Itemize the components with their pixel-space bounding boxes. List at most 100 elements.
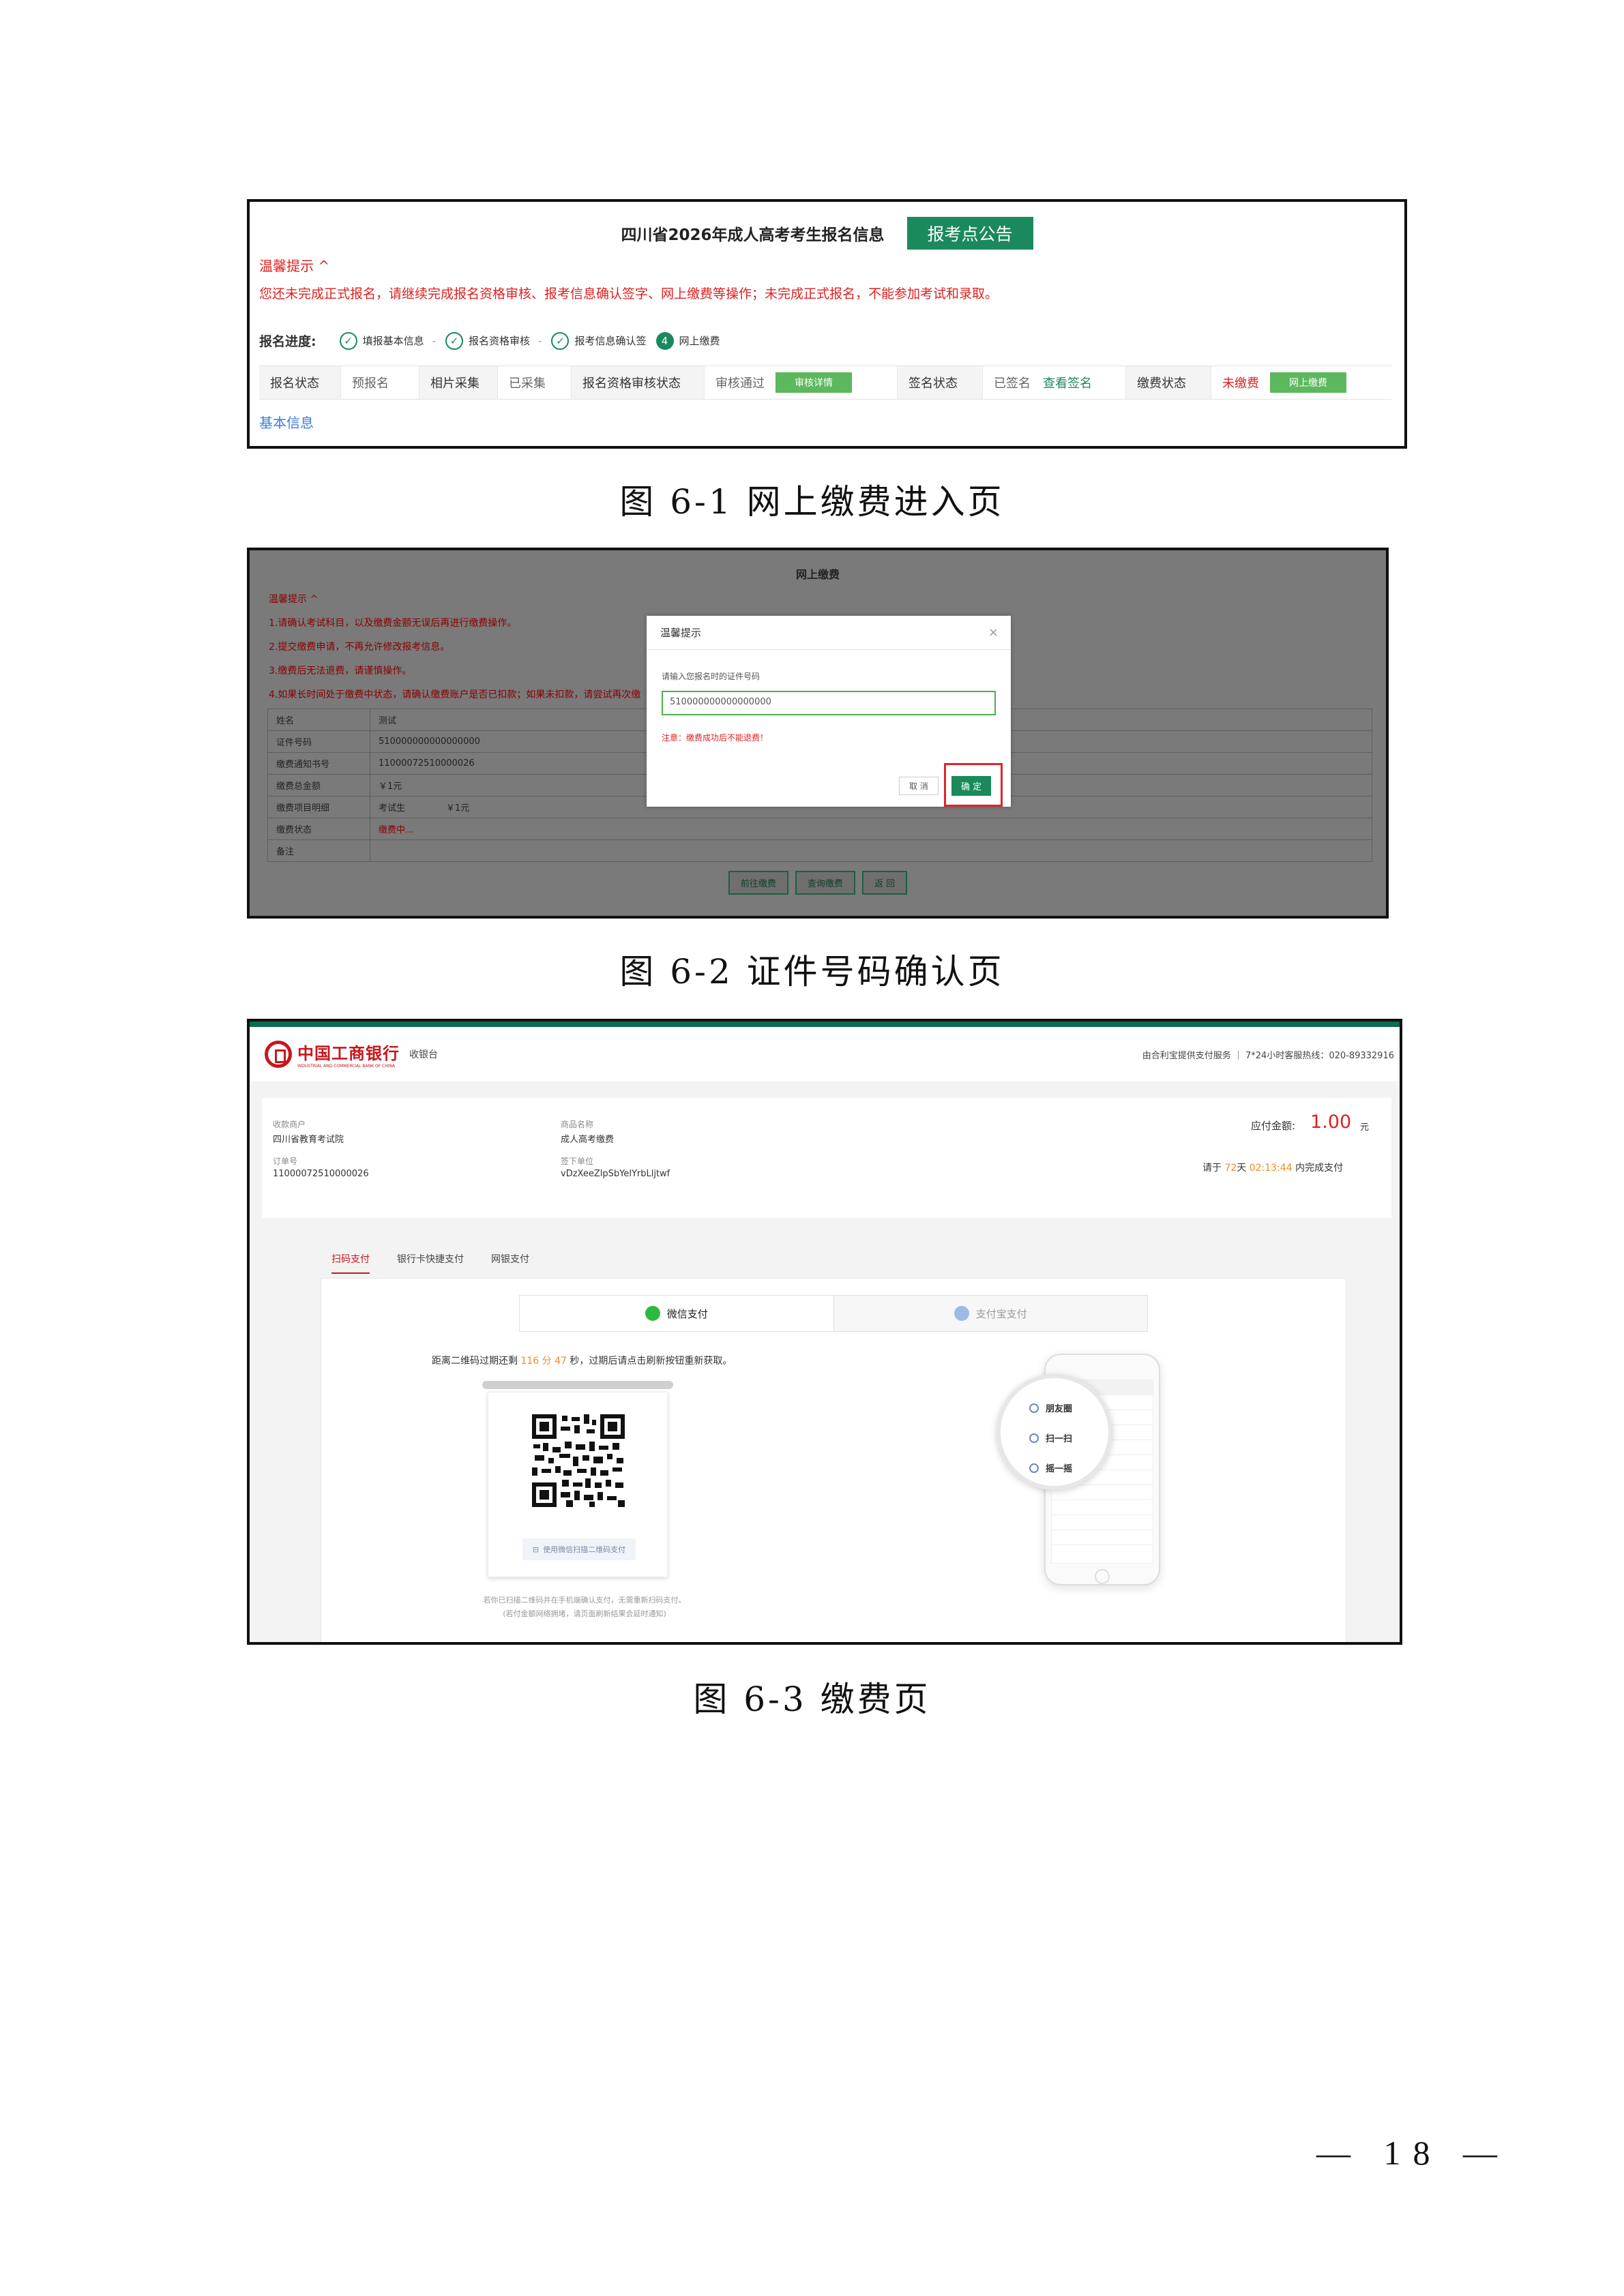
table-row: 缴费状态 缴费中... [267,818,1372,840]
scan-note: 若你已扫描二维码并在手机端确认支付，无需重新扫码支付。 (若付金额网络拥堵，请页… [458,1594,711,1621]
deadline-days: 72 [1224,1163,1237,1174]
qr-slot [482,1381,673,1389]
tip-line: 1.请确认考试科目，以及缴费金额无误后再进行缴费操作。 [269,618,517,629]
moments-icon [1029,1403,1039,1413]
scan-label: 扫一扫 [1046,1434,1073,1444]
order-summary: 收款商户 四川省教育考试院 订单号 11000072510000026 商品名称… [262,1098,1391,1218]
step-label: 报名资格审核 [469,335,531,347]
amount-label: 应付金额: [1251,1120,1296,1132]
deadline-text: 天 [1237,1163,1247,1174]
deadline-text: 内完成支付 [1295,1163,1344,1174]
action-buttons: 前往缴费 查询缴费 返 回 [250,871,1386,895]
countdown-text: 分 [542,1356,552,1367]
review-detail-button[interactable]: 审核详情 [776,372,852,393]
tab-online-banking[interactable]: 网银支付 [491,1252,529,1274]
shake-icon [1029,1463,1039,1473]
back-button[interactable]: 返 回 [861,871,908,895]
step-label: 报考信息确认签 [574,335,647,347]
payment-deadline: 请于 72天 02:13:44 内完成支付 [1202,1161,1343,1174]
tips-list: 温馨提示 ^ 1.请确认考试科目，以及缴费金额无误后再进行缴费操作。 2.提交缴… [269,588,640,707]
pay-status-label: 缴费状态 [1126,366,1211,399]
review-status-cell: 审核通过 审核详情 [705,366,898,399]
progress-label: 报名进度: [259,334,316,349]
status-row: 报名状态 预报名 相片采集 已采集 报名资格审核状态 审核通过 审核详情 签名状… [259,366,1391,400]
merchant-label: 收款商户 [273,1120,306,1129]
scan-note-line: 若你已扫描二维码并在手机端确认支付，无需重新扫码支付。 [483,1596,686,1605]
page-title: 网上缴费 [795,568,840,581]
bank-name-en: INDUSTRIAL AND COMMERCIAL BANK OF CHINA [297,1064,396,1069]
tip-toggle[interactable]: 温馨提示 ^ [259,255,329,275]
shake-label: 摇一摇 [1046,1464,1073,1474]
step-qualification-review: ✓ 报名资格审核 - [445,331,542,350]
sign-status-label: 签名状态 [898,366,983,399]
figure-online-payment-entry: 四川省2026年成人高考考生报名信息 报考点公告 温馨提示 ^ 您还未完成正式报… [247,199,1407,449]
sign-status-value: 已签名 [994,376,1031,391]
figure-caption-1: 图 6-1 网上缴费进入页 [619,482,1005,522]
alipay-label: 支付宝支付 [975,1307,1027,1320]
tab-card-quick-pay[interactable]: 银行卡快捷支付 [397,1252,464,1274]
deadline-time: 02:13:44 [1249,1163,1293,1174]
figure-cashier-page: 中国工商银行 INDUSTRIAL AND COMMERCIAL BANK OF… [247,1019,1402,1645]
sign-status-cell: 已签名 查看签名 [983,366,1126,399]
deadline-text: 请于 [1202,1163,1222,1174]
scan-icon: ⊟ [532,1545,540,1554]
basic-info-link[interactable]: 基本信息 [259,412,314,432]
dialog-title: 温馨提示 [660,627,702,639]
step-basic-info: ✓ 填报基本信息 - [339,331,436,350]
title-row: 四川省2026年成人高考考生报名信息 报考点公告 [250,217,1404,250]
row-key: 备注 [267,839,370,862]
order-label: 订单号 [273,1157,298,1166]
wechat-pay-option[interactable]: 微信支付 [520,1296,833,1331]
scan-pay-panel: 微信支付 支付宝支付 距离二维码过期还剩 116 分 47 秒，过期后请点击刷新… [321,1278,1346,1642]
id-input-label: 请输入您报名时的证件号码 [662,672,761,681]
confirm-button[interactable]: 确 定 [951,776,992,796]
online-payment-button[interactable]: 网上缴费 [1270,372,1346,393]
id-number-input[interactable]: 510000000000000000 [662,691,996,715]
tip-text: 您还未完成正式报名，请继续完成报名资格审核、报考信息确认签字、网上缴费等操作；未… [259,286,999,301]
tip-toggle[interactable]: 温馨提示 ^ [269,588,640,612]
alipay-option[interactable]: 支付宝支付 [833,1296,1147,1331]
alipay-icon [954,1306,969,1321]
row-key: 缴费通知书号 [267,752,370,775]
cashier-label: 收银台 [409,1049,438,1060]
table-row: 备注 [267,839,1372,862]
magnifier-illustration: 朋友圈 扫一扫 摇一摇 [996,1374,1112,1490]
go-pay-button[interactable]: 前往缴费 [728,871,788,895]
order-value: 11000072510000026 [273,1169,369,1179]
countdown-text: 秒，过期后请点击刷新按钮重新获取。 [570,1356,733,1367]
reg-status-label: 报名状态 [259,366,341,399]
remark-label: 签下单位 [561,1157,594,1166]
qr-card: ⊟ 使用微信扫描二维码支付 [488,1392,668,1577]
row-value: 缴费中... [370,818,1372,840]
row-value [370,839,1372,862]
pay-status-value: 未缴费 [1222,376,1259,391]
query-payment-button[interactable]: 查询缴费 [795,871,855,895]
cashier-header: 中国工商银行 INDUSTRIAL AND COMMERCIAL BANK OF… [250,1027,1400,1082]
tip-line: 3.缴费后无法退费，请谨慎操作。 [269,666,412,676]
confirm-highlight: 确 定 [944,763,1003,807]
id-confirm-dialog: 温馨提示 × 请输入您报名时的证件号码 510000000000000000 注… [647,616,1011,807]
row-key: 姓名 [267,709,370,731]
tab-scan-pay[interactable]: 扫码支付 [331,1252,370,1274]
close-icon[interactable]: × [988,625,999,640]
refund-warning: 注意：缴费成功后不能退费！ [662,733,769,743]
qr-hint-button: ⊟ 使用微信扫描二维码支付 [522,1538,636,1560]
figure-caption-3: 图 6-3 缴费页 [693,1680,931,1719]
scan-icon [1029,1433,1039,1443]
goods-label: 商品名称 [561,1120,594,1129]
item-name: 考试生 [379,803,406,814]
payment-tabs: 扫码支付 银行卡快捷支付 网银支付 [331,1252,529,1274]
step-number: 4 [655,331,674,350]
qr-countdown: 距离二维码过期还剩 116 分 47 秒，过期后请点击刷新按钮重新获取。 [432,1354,732,1367]
row-key: 缴费状态 [267,818,370,840]
service-info: 由合利宝提供支付服务 ｜ 7*24小时客服热线：020-89332916 [1142,1050,1394,1061]
cancel-button[interactable]: 取 消 [899,777,939,795]
amount-value: 1.00 [1310,1112,1352,1133]
pay-method-switch: 微信支付 支付宝支付 [519,1295,1148,1332]
figure-id-confirm: 网上缴费 温馨提示 ^ 1.请确认考试科目，以及缴费金额无误后再进行缴费操作。 … [247,548,1389,919]
icbc-logo-icon [265,1041,292,1068]
exam-notice-button[interactable]: 报考点公告 [906,217,1033,250]
view-signature-link[interactable]: 查看签名 [1043,374,1092,391]
tip-line: 2.提交缴费申请，不再允许修改报考信息。 [269,642,450,653]
merchant-value: 四川省教育考试院 [273,1135,344,1145]
